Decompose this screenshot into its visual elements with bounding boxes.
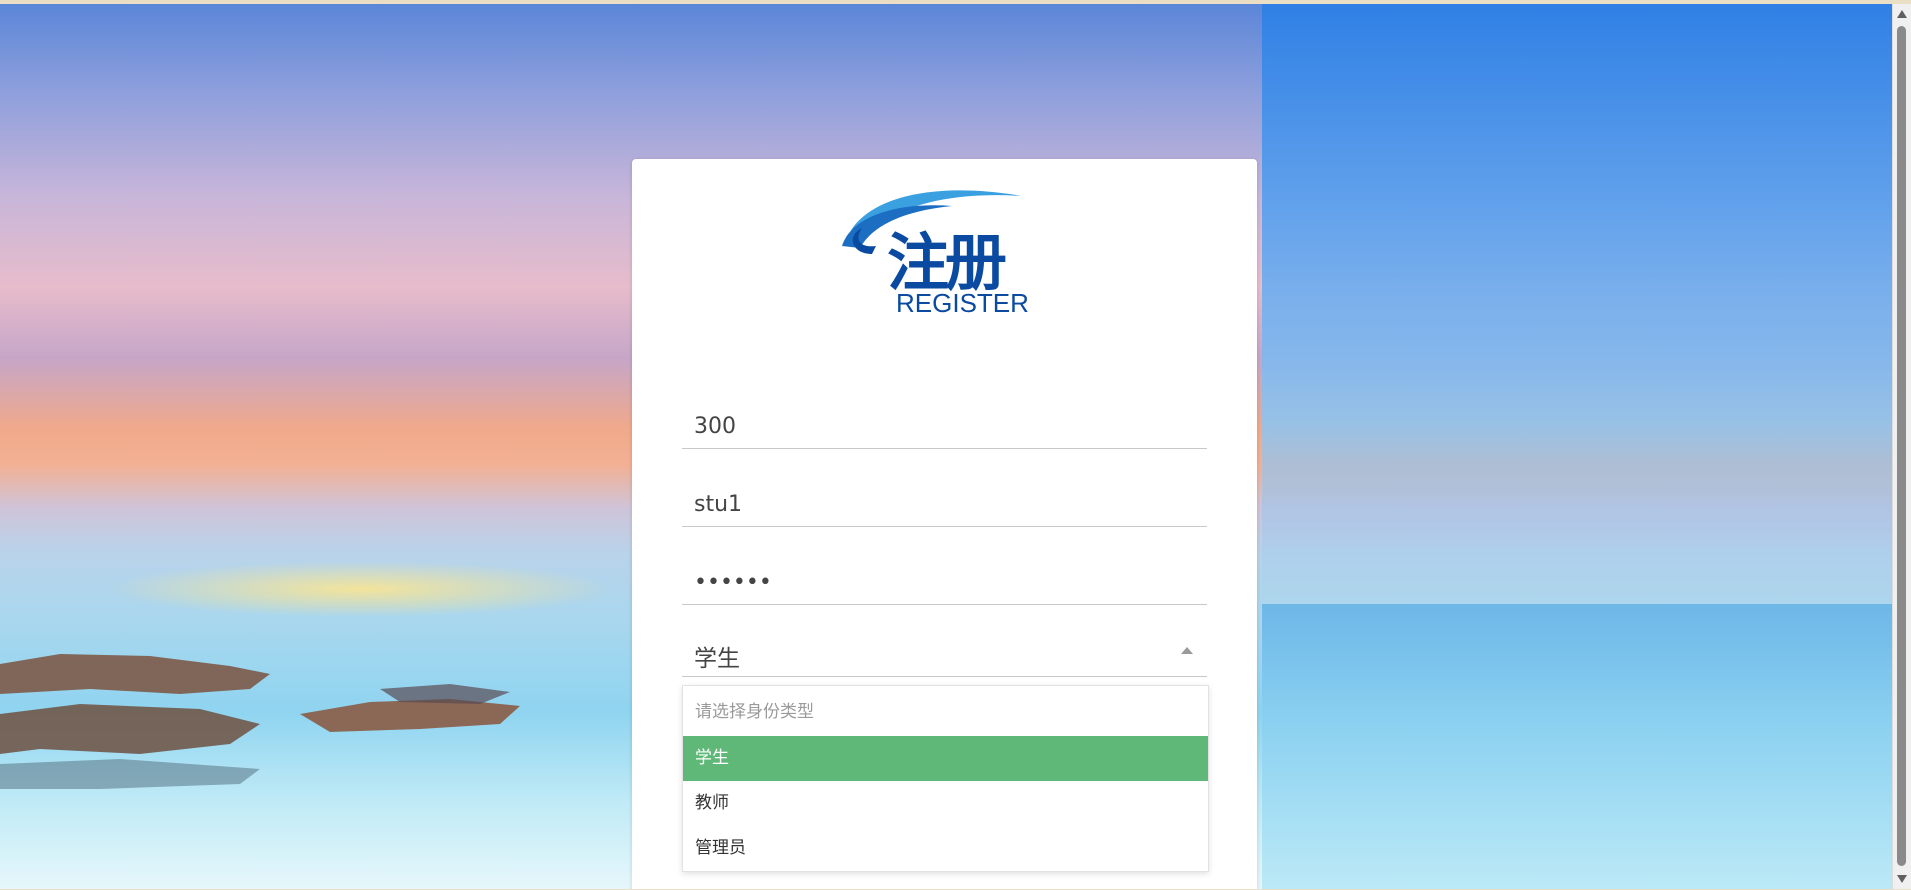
logo-subtitle-text: REGISTER (896, 288, 1029, 314)
role-option-teacher[interactable]: 教师 (683, 781, 1208, 826)
scrollbar-thumb[interactable] (1897, 26, 1906, 866)
id-field[interactable] (682, 391, 1207, 449)
role-dropdown-list: 请选择身份类型 学生 教师 管理员 (682, 685, 1209, 872)
username-input[interactable] (682, 469, 1207, 526)
role-select-value: 学生 (694, 646, 740, 672)
caret-up-icon[interactable] (1181, 647, 1193, 654)
page-viewport: 注册 REGISTER 学生 请选择身份类型 学生 教师 管理员 (0, 4, 1892, 889)
id-input[interactable] (682, 391, 1207, 448)
role-option-admin[interactable]: 管理员 (683, 826, 1208, 871)
role-option-student[interactable]: 学生 (683, 736, 1208, 781)
scroll-down-arrow-icon[interactable] (1897, 875, 1907, 883)
username-field[interactable] (682, 469, 1207, 527)
password-field[interactable] (682, 547, 1207, 605)
vertical-scrollbar[interactable] (1892, 4, 1911, 889)
register-card: 注册 REGISTER 学生 请选择身份类型 学生 教师 管理员 (632, 159, 1257, 889)
register-logo: 注册 REGISTER (842, 190, 1029, 314)
background-rocks (0, 654, 520, 789)
background-sea (1262, 604, 1892, 889)
browser-frame: 注册 REGISTER 学生 请选择身份类型 学生 教师 管理员 (0, 0, 1911, 890)
role-option-placeholder[interactable]: 请选择身份类型 (683, 686, 1208, 736)
password-input[interactable] (682, 547, 1207, 604)
background-sky (1262, 4, 1892, 604)
scroll-up-arrow-icon[interactable] (1897, 10, 1907, 18)
role-select[interactable]: 学生 (682, 625, 1207, 677)
